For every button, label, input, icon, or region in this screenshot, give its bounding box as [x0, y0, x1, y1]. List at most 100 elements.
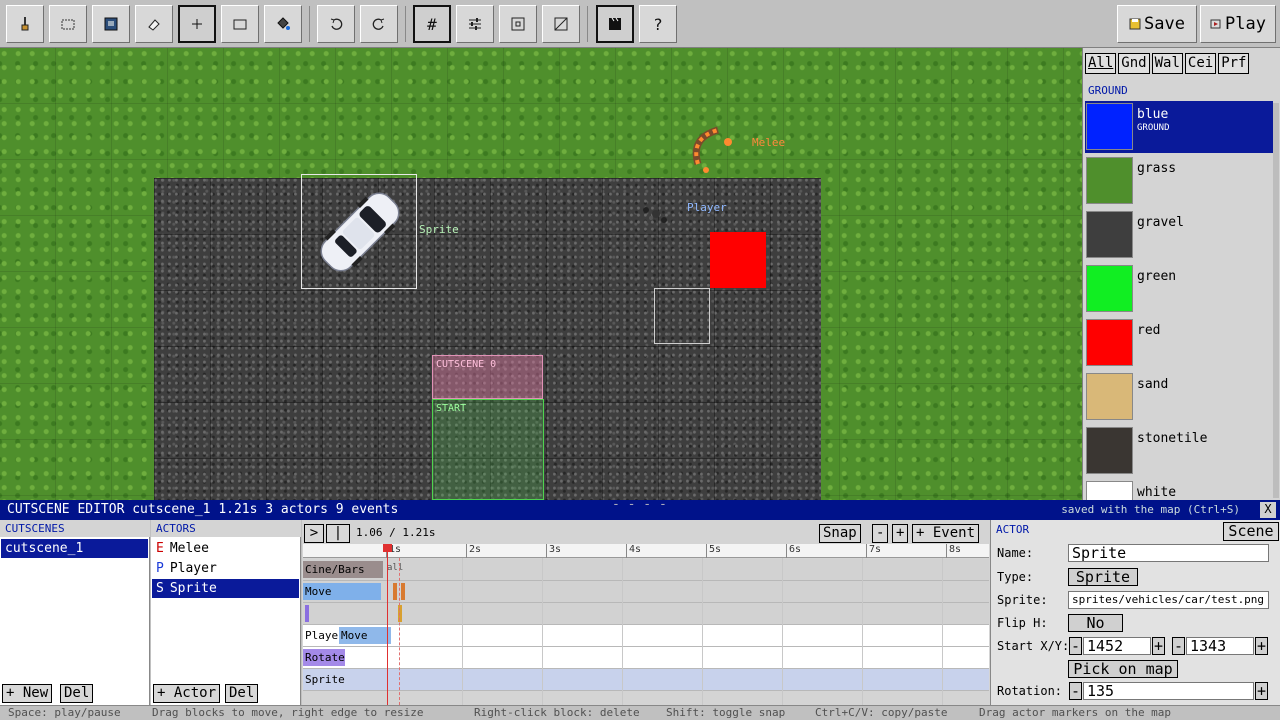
name-field[interactable]: Sprite: [1068, 544, 1269, 562]
start-y-increment[interactable]: +: [1255, 637, 1268, 655]
start-zone[interactable]: START: [432, 399, 544, 500]
help-button[interactable]: ?: [639, 5, 677, 43]
sprite-path-field[interactable]: sprites/vehicles/car/test.png: [1068, 591, 1269, 609]
undo-button[interactable]: [317, 5, 355, 43]
actor-name: Melee: [169, 541, 209, 556]
properties-header: ACTOR: [996, 523, 1030, 536]
play-pause-button[interactable]: >: [304, 524, 324, 543]
flip-label: Flip H:: [997, 616, 1048, 630]
resize-grip[interactable]: - - - -: [612, 495, 667, 515]
track-player[interactable]: Player Move: [303, 625, 989, 647]
status-hint: Ctrl+C/V: copy/paste: [815, 706, 948, 719]
map-canvas[interactable]: CUTSCENE 0 START Sprite Player Melee: [0, 48, 1082, 500]
zoom-in-button[interactable]: +: [892, 524, 908, 543]
palette-item-label: sand: [1137, 377, 1169, 392]
grid-line: [702, 558, 703, 705]
collision-tool-button[interactable]: [542, 5, 580, 43]
timeline-block-small[interactable]: [393, 583, 397, 600]
palette-item-white[interactable]: white: [1085, 479, 1273, 500]
tab-all[interactable]: All: [1085, 53, 1117, 74]
new-cutscene-button[interactable]: + New: [2, 684, 53, 703]
track-cine[interactable]: Cine/Bars all: [303, 559, 989, 581]
list-item-cutscene[interactable]: cutscene_1: [1, 539, 148, 558]
scene-button[interactable]: Scene: [1223, 522, 1279, 541]
stamp-tool-button[interactable]: [92, 5, 130, 43]
swatch: [1086, 103, 1133, 150]
grid-toggle-button[interactable]: #: [413, 5, 451, 43]
close-editor-button[interactable]: X: [1260, 502, 1276, 518]
tab-ground[interactable]: Gnd: [1118, 53, 1150, 74]
tab-prefabs[interactable]: Prf: [1218, 53, 1250, 74]
start-y-decrement[interactable]: -: [1172, 637, 1185, 655]
sliders-icon: [469, 18, 481, 30]
tab-ceiling[interactable]: Cei: [1184, 53, 1217, 74]
pick-on-map-button[interactable]: Pick on map: [1068, 660, 1178, 678]
rotation-field[interactable]: 135: [1083, 682, 1254, 700]
cutscene-toggle-button[interactable]: [596, 5, 634, 43]
delete-actor-button[interactable]: Del: [225, 684, 259, 703]
flip-toggle[interactable]: No: [1068, 614, 1123, 632]
palette-item-gravel[interactable]: gravel: [1085, 209, 1273, 261]
zoom-out-button[interactable]: -: [872, 524, 888, 543]
list-item-actor-player[interactable]: P Player: [152, 559, 299, 578]
swatch: [1086, 211, 1133, 258]
playhead[interactable]: [387, 544, 388, 705]
timeline-block[interactable]: Move: [303, 583, 381, 600]
save-button[interactable]: Save: [1117, 5, 1197, 43]
name-label: Name:: [997, 546, 1034, 560]
eraser-tool-button[interactable]: [135, 5, 173, 43]
palette-item-stonetile[interactable]: stonetile: [1085, 425, 1273, 477]
timeline-block[interactable]: Move: [339, 627, 391, 644]
redo-button[interactable]: [360, 5, 398, 43]
palette-item-red[interactable]: red: [1085, 317, 1273, 369]
palette-scrollbar[interactable]: [1273, 103, 1279, 498]
timeline-block[interactable]: Cine/Bars: [303, 561, 383, 578]
rectangle-tool-button[interactable]: [221, 5, 259, 43]
add-actor-button[interactable]: + Actor: [153, 684, 221, 703]
player-sprite[interactable]: [636, 198, 676, 228]
fill-tool-button[interactable]: [264, 5, 302, 43]
start-y-field[interactable]: 1343: [1186, 637, 1254, 655]
toolbar-separator: [587, 6, 588, 42]
melee-sprite[interactable]: [688, 124, 738, 174]
list-item-actor-sprite[interactable]: S Sprite: [152, 579, 299, 598]
delete-cutscene-button[interactable]: Del: [60, 684, 94, 703]
play-button[interactable]: Play: [1200, 5, 1276, 43]
palette-item-sand[interactable]: sand: [1085, 371, 1273, 423]
crosshair-tool-button[interactable]: [178, 5, 216, 43]
tab-walls[interactable]: Wal: [1151, 53, 1183, 74]
paint-tool-button[interactable]: [6, 5, 44, 43]
timeline-block[interactable]: Rotate: [303, 649, 345, 666]
timeline-block-small[interactable]: [305, 605, 309, 622]
properties-button[interactable]: [456, 5, 494, 43]
track-label: Sprite: [305, 673, 345, 686]
status-hint: Right-click block: delete: [474, 706, 640, 719]
swatch: [1086, 157, 1133, 204]
add-event-button[interactable]: + Event: [912, 524, 980, 543]
list-item-actor-melee[interactable]: E Melee: [152, 539, 299, 558]
zone-tool-button[interactable]: [499, 5, 537, 43]
rotation-decrement[interactable]: -: [1069, 682, 1082, 700]
playhead-handle[interactable]: [383, 544, 392, 552]
palette-item-blue[interactable]: blue GROUND: [1085, 101, 1273, 153]
ruler-tick: 3s: [546, 544, 561, 558]
track-melee-move[interactable]: Move: [303, 581, 989, 603]
track-melee-extra[interactable]: [303, 603, 989, 625]
select-tool-button[interactable]: [49, 5, 87, 43]
palette-item-green[interactable]: green: [1085, 263, 1273, 315]
rewind-button[interactable]: |<: [326, 524, 350, 558]
snap-toggle-button[interactable]: Snap: [819, 524, 861, 543]
palette-item-grass[interactable]: grass: [1085, 155, 1273, 207]
start-x-field[interactable]: 1452: [1083, 637, 1151, 655]
type-dropdown[interactable]: Sprite: [1068, 568, 1138, 586]
cutscene-zone[interactable]: CUTSCENE 0: [432, 355, 543, 399]
timeline-block-small[interactable]: [401, 583, 405, 600]
track-sprite[interactable]: Sprite: [303, 669, 989, 691]
start-x-decrement[interactable]: -: [1069, 637, 1082, 655]
car-sprite[interactable]: [310, 183, 410, 281]
cutscene-editor-titlebar[interactable]: CUTSCENE EDITOR cutscene_1 1.21s 3 actor…: [0, 497, 1280, 520]
timeline-ruler[interactable]: 1s 2s 3s 4s 5s 6s 7s 8s: [303, 544, 989, 558]
track-rotate[interactable]: Rotate: [303, 647, 989, 669]
start-x-increment[interactable]: +: [1152, 637, 1165, 655]
rotation-increment[interactable]: +: [1255, 682, 1268, 700]
